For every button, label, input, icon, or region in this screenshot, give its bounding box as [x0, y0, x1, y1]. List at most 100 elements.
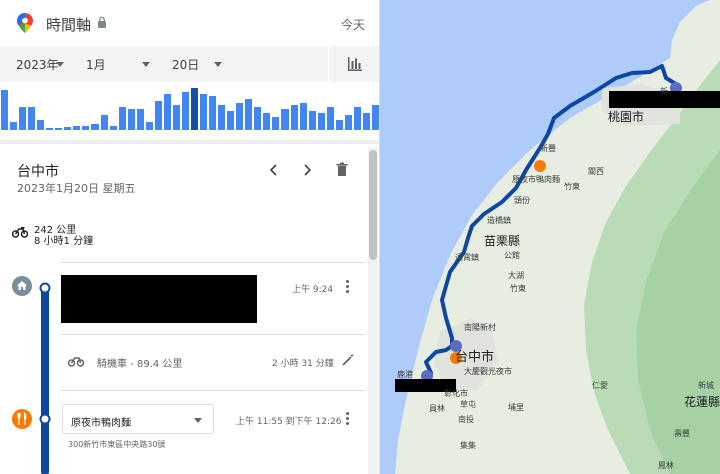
histogram-bar[interactable] — [290, 104, 298, 130]
section-divider — [0, 140, 379, 144]
map-label: 壽豐 — [674, 429, 690, 438]
histogram-bar[interactable] — [353, 106, 361, 130]
motorcycle-activity-icon — [68, 357, 84, 367]
histogram-bar[interactable] — [73, 125, 81, 130]
place-dropdown-icon — [194, 418, 202, 423]
more-options-icon[interactable] — [345, 280, 349, 294]
histogram-bar[interactable] — [263, 113, 271, 130]
today-button[interactable]: 今天 — [341, 16, 365, 33]
map-label: 草屯 — [460, 400, 476, 409]
timeline-divider — [60, 334, 366, 335]
day-value: 20日 — [172, 57, 200, 72]
histogram-bar[interactable] — [10, 121, 18, 130]
lock-icon — [98, 16, 106, 28]
histogram-bar[interactable] — [308, 111, 316, 130]
redacted-place-name — [61, 275, 257, 323]
histogram-bar[interactable] — [136, 109, 144, 130]
histogram-bar[interactable] — [100, 115, 108, 130]
place-select[interactable]: 原夜市鴨肉麵 — [62, 404, 214, 434]
histogram-bar[interactable] — [109, 125, 117, 130]
year-dropdown-icon — [56, 62, 64, 67]
histogram-bar[interactable] — [55, 127, 63, 130]
histogram-bar[interactable] — [218, 104, 226, 130]
histogram-bar[interactable] — [91, 123, 99, 130]
histogram-bar[interactable] — [317, 113, 325, 130]
histogram-bar[interactable] — [344, 115, 352, 130]
delete-day-icon[interactable] — [332, 162, 352, 178]
map-label: 彰化市 — [444, 389, 468, 398]
panel-header: 時間軸 今天 — [0, 0, 379, 46]
edit-magic-icon[interactable] — [342, 353, 355, 366]
stop-address: 300新竹市東區中央路30號 — [68, 440, 166, 449]
map-label: 造橋鎮 — [487, 216, 511, 225]
histogram-bar[interactable] — [326, 106, 334, 130]
year-value: 2023年 — [16, 57, 59, 72]
map-label-miaoli: 苗栗縣 — [484, 234, 521, 248]
histogram-bar[interactable] — [1, 90, 9, 130]
histogram-bar[interactable] — [362, 113, 370, 130]
histogram-bar[interactable] — [145, 121, 153, 130]
home-icon — [12, 276, 32, 296]
map-label: 新豐 — [540, 144, 556, 153]
histogram-bar[interactable] — [163, 94, 171, 130]
histogram-bar[interactable] — [46, 127, 54, 130]
histogram-bar[interactable] — [281, 109, 289, 130]
timeline-node-icon — [39, 413, 51, 425]
histogram-bar[interactable] — [154, 100, 162, 130]
histogram-bar[interactable] — [181, 92, 189, 130]
histogram-bar[interactable] — [371, 104, 379, 130]
place-name: 原夜市鴨肉麵 — [71, 418, 131, 429]
timeline-app: 時間軸 今天 2023年 1月 20日 台中市 2023年1月20日 星期五 2… — [0, 0, 720, 474]
map-label: 頭份 — [514, 196, 530, 205]
map-label: 埔里 — [508, 403, 524, 412]
map-label: 竹東 — [510, 284, 526, 293]
histogram-bar[interactable] — [127, 109, 135, 130]
histogram-bar[interactable] — [172, 104, 180, 130]
histogram-bar[interactable] — [37, 119, 45, 130]
more-options-icon[interactable] — [345, 412, 349, 426]
histogram-bar[interactable] — [200, 94, 208, 130]
histogram-bar[interactable] — [272, 117, 280, 130]
first-stop-time: 上午 9:24 — [292, 285, 334, 295]
histogram-bar[interactable] — [82, 125, 90, 130]
histogram-bar[interactable] — [19, 106, 27, 130]
month-value: 1月 — [86, 57, 106, 72]
year-select[interactable]: 2023年 — [16, 46, 76, 82]
timeline-divider — [60, 390, 366, 391]
histogram-bar[interactable] — [227, 111, 235, 130]
histogram-bar[interactable] — [209, 96, 217, 130]
map-label: 集集 — [460, 441, 476, 450]
scrollbar-thumb[interactable] — [369, 150, 377, 260]
next-day-icon[interactable] — [297, 162, 317, 178]
map-label: 新城 — [698, 381, 714, 390]
map-label: 新 — [660, 87, 668, 96]
stats-chart-button[interactable] — [328, 46, 379, 82]
day-total-duration: 8 小時1 分鐘 — [34, 236, 94, 247]
bar-chart-icon — [348, 57, 362, 71]
activity-duration: 2 小時 31 分鐘 — [272, 359, 334, 369]
map-label: 大慶觀光夜市 — [464, 367, 512, 376]
timeline-route-line — [41, 286, 49, 474]
map-label: 通霄鎮 — [455, 253, 479, 262]
timeline-node-icon — [39, 282, 51, 294]
histogram-bar[interactable] — [191, 88, 199, 130]
restaurant-icon — [12, 409, 32, 429]
activity-label[interactable]: 騎機車 - 89.4 公里 — [97, 355, 182, 370]
histogram-bar[interactable] — [118, 106, 126, 130]
map-label: 竹東 — [564, 182, 580, 191]
histogram-bar[interactable] — [245, 98, 253, 130]
histogram-bar[interactable] — [28, 106, 36, 130]
map-label: 員林 — [429, 404, 445, 413]
histogram-bar[interactable] — [335, 119, 343, 130]
previous-day-icon[interactable] — [264, 162, 284, 178]
histogram-bar[interactable] — [254, 106, 262, 130]
restaurant-marker[interactable] — [534, 160, 546, 172]
histogram-bar[interactable] — [299, 102, 307, 130]
day-city-title: 台中市 — [17, 164, 59, 180]
timeline-panel: 時間軸 今天 2023年 1月 20日 台中市 2023年1月20日 星期五 2… — [0, 0, 380, 474]
map-label: 南陽新村 — [464, 323, 496, 332]
map-view[interactable]: 桃園市 新 新豐 原夜市鴨肉麵 關西 竹東 頭份 造橋鎮 苗栗縣 通霄鎮 公館 … — [380, 0, 720, 474]
histogram-bar[interactable] — [64, 127, 72, 130]
histogram-bar[interactable] — [236, 102, 244, 130]
activity-histogram[interactable] — [0, 88, 379, 130]
